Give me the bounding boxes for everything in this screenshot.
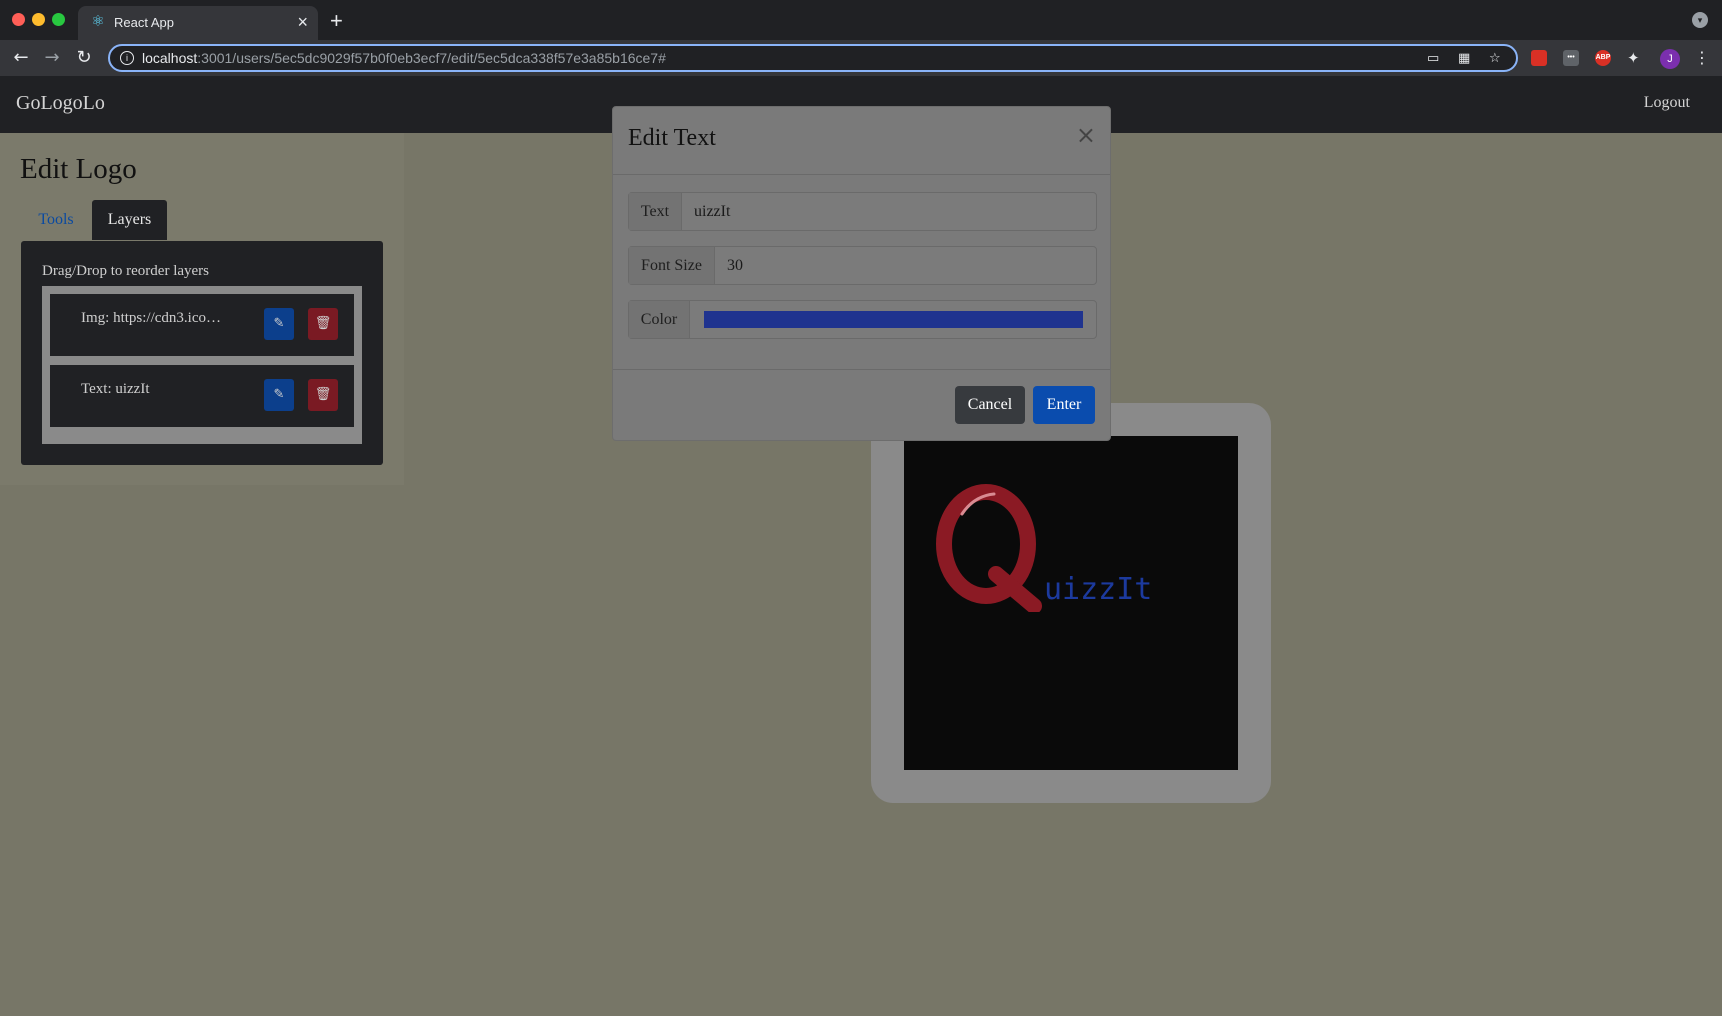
tab-search-icon[interactable]: ▾ <box>1692 12 1708 28</box>
edit-layer-button[interactable]: ✎ <box>264 379 294 411</box>
bookmark-star-icon[interactable]: ☆ <box>1489 51 1501 66</box>
q-image-icon[interactable] <box>934 482 1044 612</box>
layer-label: Img: https://cdn3.ico… <box>81 310 221 326</box>
page-title: Edit Logo <box>20 153 137 185</box>
reload-icon[interactable]: ↻ <box>72 46 96 70</box>
cancel-button[interactable]: Cancel <box>955 386 1025 424</box>
color-label: Color <box>629 301 690 338</box>
layer-item[interactable]: Img: https://cdn3.ico… ✎ 🗑 <box>50 294 354 356</box>
address-bar[interactable]: i localhost:3001/users/5ec5dc9029f57b0f0… <box>108 44 1518 72</box>
edit-text-modal: Edit Text × Text Font Size Color Cancel … <box>612 106 1111 441</box>
react-icon: ⚛ <box>91 13 105 30</box>
url-text: localhost:3001/users/5ec5dc9029f57b0f0eb… <box>142 50 666 66</box>
minimize-window-button[interactable] <box>32 13 45 26</box>
layer-label: Text: uizzIt <box>81 381 150 397</box>
layers-list: Img: https://cdn3.ico… ✎ 🗑 Text: uizzIt … <box>42 286 362 444</box>
back-arrow-icon[interactable]: ← <box>9 46 33 70</box>
text-input-group: Text <box>628 192 1097 231</box>
cast-icon[interactable]: ▭ <box>1427 51 1439 66</box>
edit-layer-button[interactable]: ✎ <box>264 308 294 340</box>
logout-link[interactable]: Logout <box>1644 94 1690 112</box>
modal-header: Edit Text × <box>613 107 1110 175</box>
extensions-puzzle-icon[interactable]: ✦ <box>1627 49 1640 67</box>
layer-item[interactable]: Text: uizzIt ✎ 🗑 <box>50 365 354 427</box>
qr-code-icon[interactable]: ▦ <box>1458 51 1470 66</box>
extension-dots-icon[interactable]: ••• <box>1563 50 1579 66</box>
site-info-icon[interactable]: i <box>120 51 134 65</box>
layers-panel: Drag/Drop to reorder layers Img: https:/… <box>21 241 383 465</box>
new-tab-button[interactable]: + <box>330 8 343 34</box>
browser-toolbar: ← → ↻ i localhost:3001/users/5ec5dc9029f… <box>0 40 1722 76</box>
adblock-icon[interactable]: ABP <box>1595 50 1611 66</box>
color-picker[interactable] <box>704 311 1083 328</box>
profile-avatar[interactable]: J <box>1660 49 1680 69</box>
delete-layer-button[interactable]: 🗑 <box>308 379 338 411</box>
browser-tab[interactable]: ⚛ React App × <box>78 6 318 40</box>
font-size-input-group: Font Size <box>628 246 1097 285</box>
font-size-input[interactable] <box>715 247 1096 284</box>
more-menu-icon[interactable]: ⋮ <box>1694 48 1710 67</box>
tab-layers[interactable]: Layers <box>92 200 167 240</box>
brand-link[interactable]: GoLogoLo <box>16 92 105 115</box>
browser-tab-strip: ⚛ React App × + ▾ <box>0 0 1722 40</box>
maximize-window-button[interactable] <box>52 13 65 26</box>
color-input-group: Color <box>628 300 1097 339</box>
extension-red-icon[interactable] <box>1531 50 1547 66</box>
tab-tools[interactable]: Tools <box>22 200 90 240</box>
text-label: Text <box>629 193 682 230</box>
logo-canvas: uizzIt <box>904 436 1238 770</box>
edit-logo-panel: Edit Logo Tools Layers Drag/Drop to reor… <box>0 133 404 485</box>
enter-button[interactable]: Enter <box>1033 386 1095 424</box>
logo-canvas-frame: uizzIt <box>871 403 1271 803</box>
font-size-label: Font Size <box>629 247 715 284</box>
logo-text-layer[interactable]: uizzIt <box>1044 572 1152 607</box>
text-input[interactable] <box>682 193 1096 230</box>
close-icon[interactable]: × <box>1076 121 1096 149</box>
close-tab-icon[interactable]: × <box>297 12 308 33</box>
delete-layer-button[interactable]: 🗑 <box>308 308 338 340</box>
forward-arrow-icon[interactable]: → <box>40 46 64 70</box>
tab-title: React App <box>114 15 174 30</box>
close-window-button[interactable] <box>12 13 25 26</box>
modal-footer: Cancel Enter <box>613 369 1110 441</box>
layers-hint: Drag/Drop to reorder layers <box>42 263 210 279</box>
modal-title: Edit Text <box>628 125 716 151</box>
